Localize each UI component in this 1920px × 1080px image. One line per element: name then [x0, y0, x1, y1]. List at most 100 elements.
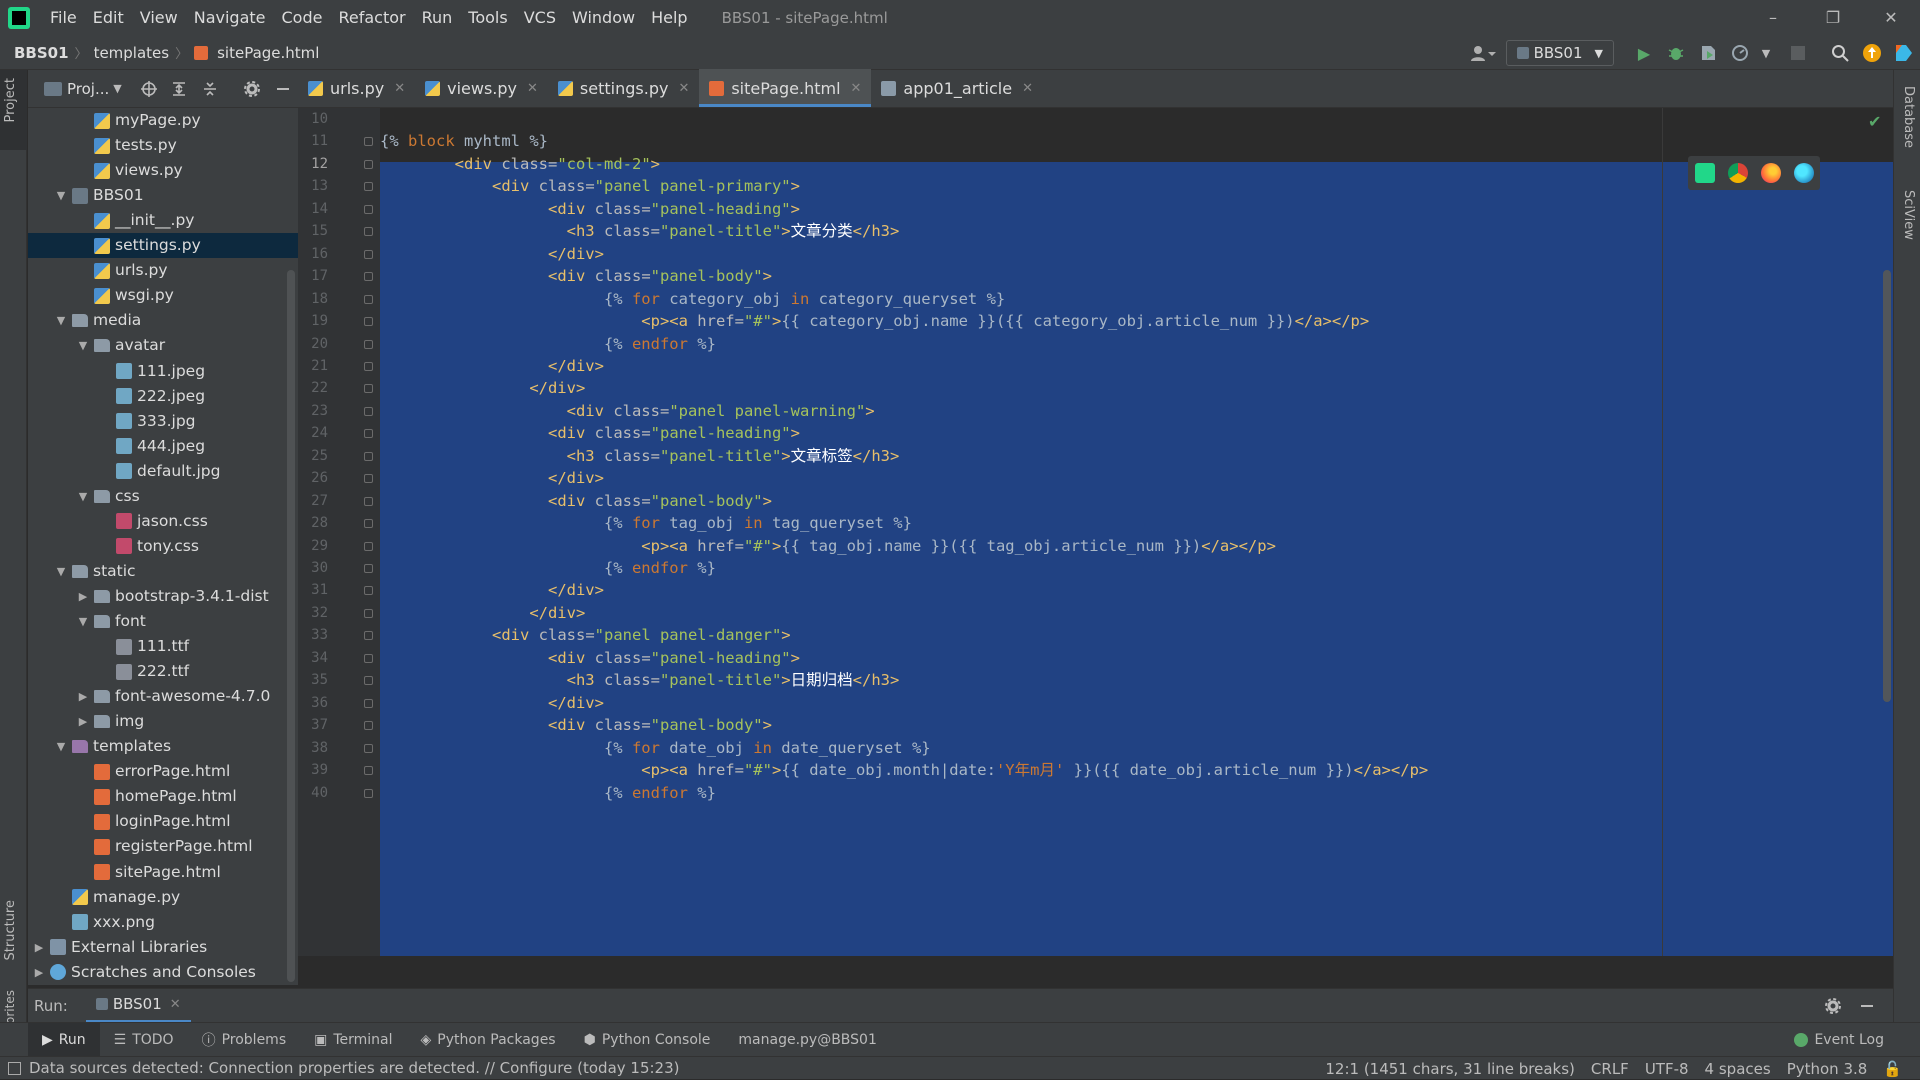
tree-item[interactable]: 333.jpg [28, 409, 298, 434]
tool-tab-python-console[interactable]: ⬢ Python Console [570, 1023, 725, 1057]
fold-marker-icon[interactable] [364, 182, 373, 192]
tree-item[interactable]: wsgi.py [28, 283, 298, 308]
chevron-right-icon[interactable]: ▶ [32, 935, 46, 960]
tree-item[interactable]: tests.py [28, 133, 298, 158]
firefox-icon[interactable] [1760, 163, 1781, 183]
tree-item[interactable]: ▶ font-awesome-4.7.0 [28, 684, 298, 709]
code-area[interactable]: {% block myhtml %} <div class="col-md-2"… [380, 108, 1893, 956]
edge-icon[interactable] [1793, 163, 1814, 183]
menu-vcs[interactable]: VCS [516, 0, 564, 36]
stop-icon[interactable] [1788, 43, 1808, 63]
gear-icon[interactable] [1823, 996, 1843, 1016]
tree-item[interactable]: ▶ Scratches and Consoles [28, 960, 298, 985]
fold-marker-icon[interactable] [364, 406, 373, 416]
line-separator[interactable]: CRLF [1583, 1060, 1637, 1078]
tab-app01-article[interactable]: app01_article ✕ [871, 69, 1043, 107]
tab-sitepage-html[interactable]: sitePage.html ✕ [699, 69, 872, 107]
event-log-button[interactable]: Event Log [1794, 1023, 1884, 1057]
debug-icon[interactable] [1666, 43, 1686, 63]
fold-marker-icon[interactable] [364, 137, 373, 147]
fold-marker-icon[interactable] [364, 631, 373, 641]
tree-item[interactable]: sitePage.html [28, 860, 298, 885]
file-encoding[interactable]: UTF-8 [1637, 1060, 1697, 1078]
tool-tab-todo[interactable]: ☰ TODO [100, 1023, 188, 1057]
fold-marker-icon[interactable] [364, 743, 373, 753]
tree-item[interactable]: 444.jpeg [28, 434, 298, 459]
update-icon[interactable] [1862, 43, 1882, 63]
tree-item[interactable]: ▶ img [28, 709, 298, 734]
pycharm-browser-icon[interactable] [1694, 163, 1715, 183]
fold-marker-icon[interactable] [364, 339, 373, 349]
chevron-down-icon[interactable]: ▼ [54, 308, 68, 333]
fold-marker-icon[interactable] [364, 788, 373, 798]
fold-marker-icon[interactable] [364, 204, 373, 214]
close-icon[interactable]: ✕ [851, 81, 862, 96]
menu-run[interactable]: Run [414, 0, 461, 36]
project-tool-button[interactable]: Project [3, 78, 18, 122]
menu-refactor[interactable]: Refactor [330, 0, 413, 36]
tree-item[interactable]: manage.py [28, 885, 298, 910]
fold-marker-icon[interactable] [364, 721, 373, 731]
tool-tab-problems[interactable]: ⓘ Problems [188, 1023, 301, 1057]
fold-marker-icon[interactable] [364, 361, 373, 371]
breadcrumb-project[interactable]: BBS01 [0, 44, 73, 62]
minimize-button[interactable]: – [1744, 0, 1802, 36]
chevron-down-icon[interactable]: ▼ [54, 734, 68, 759]
tree-item[interactable]: errorPage.html [28, 759, 298, 784]
fold-marker-icon[interactable] [364, 586, 373, 596]
python-interpreter[interactable]: Python 3.8 [1779, 1060, 1876, 1078]
run-configuration-select[interactable]: BBS01 ▼ [1505, 40, 1614, 66]
fold-marker-icon[interactable] [364, 766, 373, 776]
close-button[interactable]: ✕ [1862, 0, 1920, 36]
close-icon[interactable]: ✕ [678, 81, 689, 96]
close-icon[interactable]: ✕ [527, 81, 538, 96]
chevron-down-icon[interactable]: ▼ [54, 183, 68, 208]
menu-window[interactable]: Window [564, 0, 643, 36]
coverage-icon[interactable] [1698, 43, 1718, 63]
breadcrumb-folder[interactable]: templates [90, 44, 174, 62]
search-icon[interactable] [1830, 43, 1850, 63]
run-tab-bbs01[interactable]: BBS01 ✕ [85, 989, 191, 1023]
fold-marker-icon[interactable] [364, 676, 373, 686]
tree-item[interactable]: 111.ttf [28, 634, 298, 659]
fold-marker-icon[interactable] [364, 496, 373, 506]
chevron-down-icon[interactable]: ▼ [1756, 43, 1776, 63]
indent-setting[interactable]: 4 spaces [1697, 1060, 1779, 1078]
tool-tab-manage-py-bbs01[interactable]: manage.py@BBS01 [724, 1023, 890, 1057]
fold-marker-icon[interactable] [364, 429, 373, 439]
fold-marker-icon[interactable] [364, 451, 373, 461]
tree-item[interactable]: ▼ static [28, 559, 298, 584]
chevron-down-icon[interactable]: ▼ [113, 82, 121, 95]
tree-item[interactable]: urls.py [28, 258, 298, 283]
fold-marker-icon[interactable] [364, 653, 373, 663]
fold-marker-icon[interactable] [364, 272, 373, 282]
tree-item[interactable]: 222.ttf [28, 659, 298, 684]
run-icon[interactable]: ▶ [1634, 43, 1654, 63]
chevron-down-icon[interactable]: ▼ [76, 484, 90, 509]
code-line[interactable]: {% endfor %} [380, 779, 716, 807]
lock-icon[interactable]: 🔓 [1875, 1060, 1910, 1078]
fold-marker-icon[interactable] [364, 519, 373, 529]
tool-tab-run[interactable]: ▶ Run [28, 1022, 100, 1057]
chevron-right-icon[interactable]: ▶ [76, 709, 90, 734]
gear-icon[interactable] [243, 79, 261, 99]
tree-item[interactable]: ▶ bootstrap-3.4.1-dist [28, 584, 298, 609]
tab-settings-py[interactable]: settings.py ✕ [548, 69, 699, 107]
locate-icon[interactable] [140, 79, 158, 99]
caret-position[interactable]: 12:1 (1451 chars, 31 line breaks) [1317, 1060, 1583, 1078]
menu-view[interactable]: View [132, 0, 186, 36]
fold-marker-icon[interactable] [364, 159, 373, 169]
fold-marker-icon[interactable] [364, 541, 373, 551]
menu-navigate[interactable]: Navigate [186, 0, 274, 36]
fold-marker-icon[interactable] [364, 227, 373, 237]
menu-edit[interactable]: Edit [85, 0, 132, 36]
fold-marker-icon[interactable] [364, 317, 373, 327]
menu-help[interactable]: Help [643, 0, 695, 36]
tree-item[interactable]: tony.css [28, 534, 298, 559]
fold-marker-icon[interactable] [364, 564, 373, 573]
fold-marker-icon[interactable] [364, 608, 373, 618]
fold-marker-icon[interactable] [364, 384, 373, 394]
chevron-down-icon[interactable]: ▼ [54, 559, 68, 584]
menu-tools[interactable]: Tools [460, 0, 515, 36]
tree-item[interactable]: xxx.png [28, 910, 298, 935]
